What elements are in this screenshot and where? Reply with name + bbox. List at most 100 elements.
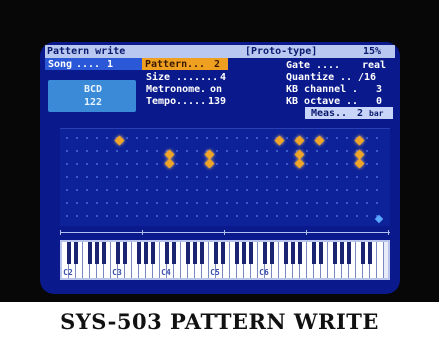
grid-dot xyxy=(346,189,348,191)
black-key[interactable] xyxy=(235,242,239,264)
grid-dot xyxy=(126,189,128,191)
grid-dot xyxy=(156,163,158,165)
window-title: Pattern write xyxy=(47,46,126,57)
black-key[interactable] xyxy=(88,242,92,264)
grid-dot xyxy=(326,176,328,178)
grid-dot xyxy=(366,215,368,217)
measure-value: 2 xyxy=(357,108,364,119)
black-key[interactable] xyxy=(200,242,204,264)
measure-field[interactable]: Meas .. 2 bar xyxy=(305,107,393,119)
note-marker[interactable] xyxy=(314,135,325,146)
note-marker[interactable] xyxy=(274,135,285,146)
white-key[interactable] xyxy=(377,242,384,278)
grid-dot xyxy=(116,150,118,152)
song-selector[interactable]: Song .... 1 xyxy=(45,58,145,70)
grid-dot xyxy=(126,163,128,165)
grid-dot xyxy=(66,163,68,165)
grid-dot xyxy=(216,137,218,139)
grid-dot xyxy=(246,150,248,152)
note-marker[interactable] xyxy=(204,158,215,169)
black-key[interactable] xyxy=(291,242,295,264)
black-key[interactable] xyxy=(312,242,316,264)
grid-dot xyxy=(66,150,68,152)
grid-dot xyxy=(336,189,338,191)
ruler-tick xyxy=(306,230,307,235)
title-bar: Pattern write [Proto-type] 15% xyxy=(45,45,395,58)
grid-dot xyxy=(266,150,268,152)
grid-dot xyxy=(236,150,238,152)
grid-dot xyxy=(276,202,278,204)
pattern-label: Pattern xyxy=(145,59,188,70)
grid-dot xyxy=(126,176,128,178)
grid-dot xyxy=(316,163,318,165)
black-key[interactable] xyxy=(186,242,190,264)
black-key[interactable] xyxy=(242,242,246,264)
black-key[interactable] xyxy=(67,242,71,264)
note-marker[interactable] xyxy=(294,158,305,169)
note-marker[interactable] xyxy=(114,135,125,146)
black-key[interactable] xyxy=(221,242,225,264)
black-key[interactable] xyxy=(74,242,78,264)
black-key[interactable] xyxy=(368,242,372,264)
black-key[interactable] xyxy=(123,242,127,264)
grid-dot xyxy=(66,202,68,204)
grid-dot xyxy=(266,202,268,204)
grid-dot xyxy=(146,176,148,178)
black-key[interactable] xyxy=(116,242,120,264)
note-marker[interactable] xyxy=(294,135,305,146)
grid-dot xyxy=(246,202,248,204)
grid-dot xyxy=(176,189,178,191)
black-key[interactable] xyxy=(172,242,176,264)
octave-label: C4 xyxy=(161,268,171,277)
note-marker[interactable] xyxy=(354,158,365,169)
step-ruler xyxy=(60,230,390,238)
note-marker[interactable] xyxy=(354,135,365,146)
grid-dot xyxy=(376,189,378,191)
grid-dot xyxy=(186,137,188,139)
grid-dot xyxy=(296,176,298,178)
black-key[interactable] xyxy=(95,242,99,264)
percent-readout: 15% xyxy=(363,46,382,57)
black-key[interactable] xyxy=(284,242,288,264)
black-key[interactable] xyxy=(144,242,148,264)
grid-dot xyxy=(356,202,358,204)
grid-dot xyxy=(76,189,78,191)
grid-dot xyxy=(326,189,328,191)
black-key[interactable] xyxy=(270,242,274,264)
grid-dot xyxy=(266,163,268,165)
black-key[interactable] xyxy=(193,242,197,264)
grid-dot xyxy=(176,215,178,217)
note-grid[interactable] xyxy=(60,128,390,226)
octave-label: C3 xyxy=(112,268,122,277)
grid-dot xyxy=(146,189,148,191)
black-key[interactable] xyxy=(361,242,365,264)
black-key[interactable] xyxy=(298,242,302,264)
grid-dot xyxy=(106,215,108,217)
grid-dot xyxy=(306,189,308,191)
note-marker[interactable] xyxy=(164,158,175,169)
grid-dot xyxy=(196,150,198,152)
grid-dot xyxy=(276,163,278,165)
grid-dot xyxy=(106,189,108,191)
grid-dot xyxy=(306,215,308,217)
black-key[interactable] xyxy=(333,242,337,264)
grid-dot xyxy=(96,137,98,139)
black-key[interactable] xyxy=(214,242,218,264)
grid-dot xyxy=(136,150,138,152)
grid-dot xyxy=(76,163,78,165)
photo-caption: SYS-503 PATTERN WRITE xyxy=(0,303,439,341)
grid-dot xyxy=(236,202,238,204)
black-key[interactable] xyxy=(165,242,169,264)
black-key[interactable] xyxy=(347,242,351,264)
grid-dot xyxy=(256,189,258,191)
black-key[interactable] xyxy=(263,242,267,264)
black-key[interactable] xyxy=(249,242,253,264)
piano-keyboard[interactable]: C2 C3 C4 C5 C6 xyxy=(60,240,390,280)
black-key[interactable] xyxy=(151,242,155,264)
black-key[interactable] xyxy=(319,242,323,264)
black-key[interactable] xyxy=(340,242,344,264)
pattern-field[interactable]: Pattern ... 2 xyxy=(142,58,228,70)
grid-dot xyxy=(216,202,218,204)
black-key[interactable] xyxy=(137,242,141,264)
black-key[interactable] xyxy=(102,242,106,264)
